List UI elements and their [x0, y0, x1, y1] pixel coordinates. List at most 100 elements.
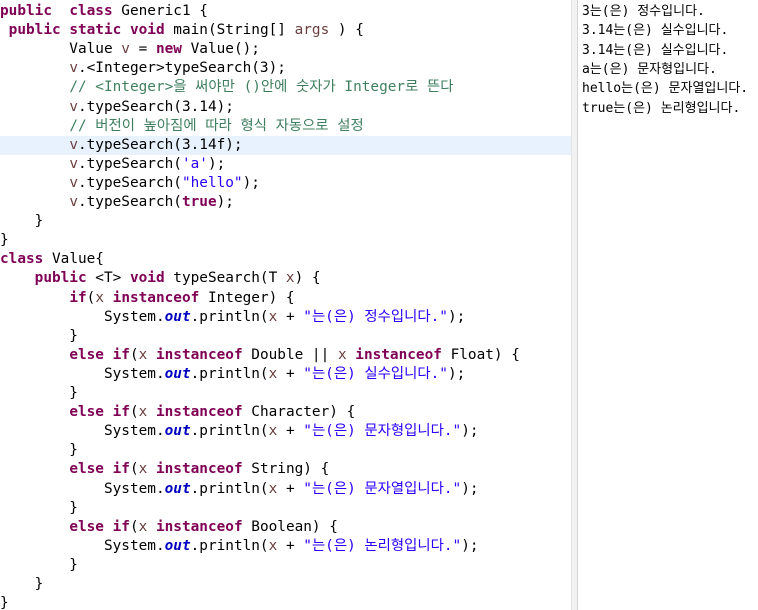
code-token: System.: [0, 480, 165, 497]
code-token: public: [34, 270, 87, 287]
code-token: x: [268, 365, 278, 382]
code-token: Value{: [43, 251, 104, 268]
code-token: (: [129, 404, 139, 421]
code-token: else: [69, 518, 104, 535]
code-line[interactable]: }: [0, 212, 571, 231]
code-token: out: [164, 537, 191, 554]
code-token: v: [69, 174, 78, 191]
code-line[interactable]: }: [0, 575, 571, 594]
code-token: v: [121, 41, 130, 58]
code-token: (: [129, 461, 139, 478]
code-line[interactable]: // <Integer>을 써야만 ()안에 숫자가 Integer로 뜬다: [0, 78, 571, 97]
code-token: if: [112, 346, 130, 363]
code-line[interactable]: System.out.println(x + "는(은) 문자열입니다.");: [0, 480, 571, 499]
code-line[interactable]: System.out.println(x + "는(은) 문자형입니다.");: [0, 422, 571, 441]
code-token: class: [0, 251, 44, 268]
code-token: "는(은) 논리형입니다.": [303, 537, 462, 554]
code-token: "는(은) 실수입니다.": [303, 365, 448, 382]
code-token: Boolean) {: [242, 518, 338, 535]
code-token: +: [277, 365, 304, 382]
code-line[interactable]: Value v = new Value();: [0, 40, 571, 59]
code-token: out: [164, 308, 191, 325]
code-token: "hello": [181, 174, 243, 191]
code-token: x: [138, 461, 148, 478]
code-line[interactable]: else if(x instanceof Boolean) {: [0, 518, 571, 537]
code-token: .println(: [190, 480, 269, 497]
code-token: else: [69, 404, 104, 421]
code-token: }: [0, 442, 78, 459]
code-line[interactable]: v.typeSearch(3.14);: [0, 98, 571, 117]
code-token: }: [0, 576, 44, 592]
code-token: }: [0, 213, 44, 230]
code-token: 'a': [181, 155, 208, 172]
code-token: public: [0, 3, 52, 19]
code-token: typeSearch(T: [164, 270, 286, 287]
console-line: hello는(은) 문자열입니다.: [582, 81, 749, 97]
code-line[interactable]: }: [0, 384, 571, 403]
code-token: instanceof: [155, 404, 243, 421]
code-token: +: [277, 480, 304, 497]
code-token: v: [69, 98, 78, 115]
code-token: System.: [0, 365, 165, 382]
code-line[interactable]: public static void main(String[] args ) …: [0, 21, 571, 40]
code-token: v: [69, 194, 78, 210]
code-line[interactable]: }: [0, 499, 571, 518]
code-line[interactable]: else if(x instanceof String) {: [0, 460, 571, 479]
code-line[interactable]: v.typeSearch(3.14f);: [0, 135, 571, 155]
code-token: .println(: [190, 365, 269, 382]
code-token: else: [69, 461, 104, 478]
code-line[interactable]: }: [0, 441, 571, 460]
code-line[interactable]: System.out.println(x + "는(은) 논리형입니다.");: [0, 537, 571, 556]
code-token: instanceof: [355, 346, 442, 363]
code-line[interactable]: v.typeSearch('a');: [0, 155, 571, 174]
code-token: }: [0, 232, 9, 249]
code-token: // 버전이 높아짐에 따라 형식 자동으로 설정: [69, 117, 364, 134]
code-token: Integer) {: [199, 289, 295, 306]
code-token: if: [112, 518, 130, 535]
code-line[interactable]: }: [0, 231, 571, 250]
code-line[interactable]: v.<Integer>typeSearch(3);: [0, 59, 571, 78]
code-line[interactable]: System.out.println(x + "는(은) 정수입니다.");: [0, 308, 571, 327]
code-token: .typeSearch(: [77, 155, 182, 172]
code-token: Generic1 {: [112, 3, 208, 19]
code-token: Double ||: [242, 346, 338, 363]
pane-splitter[interactable]: [571, 0, 578, 610]
code-token: ) {: [294, 270, 321, 287]
code-line[interactable]: }: [0, 556, 571, 575]
code-token: x: [337, 346, 347, 363]
code-line[interactable]: else if(x instanceof Character) {: [0, 403, 571, 422]
code-line[interactable]: public class Generic1 {: [0, 2, 571, 21]
code-line[interactable]: System.out.println(x + "는(은) 실수입니다.");: [0, 365, 571, 384]
code-token: System.: [0, 537, 165, 554]
code-line[interactable]: class Value{: [0, 250, 571, 269]
code-line[interactable]: }: [0, 594, 571, 610]
code-editor[interactable]: public class Generic1 { public static vo…: [0, 0, 571, 610]
code-line[interactable]: public <T> void typeSearch(T x) {: [0, 269, 571, 288]
console-output[interactable]: 3는(은) 정수입니다. 3.14는(은) 실수입니다. 3.14는(은) 실수입니…: [578, 0, 758, 610]
code-line[interactable]: v.typeSearch(true);: [0, 193, 571, 212]
code-token: if: [69, 289, 87, 306]
code-token: out: [164, 423, 191, 440]
code-token: );: [207, 155, 226, 172]
code-token: }: [0, 327, 78, 344]
code-line[interactable]: v.typeSearch("hello");: [0, 174, 571, 193]
code-token: String) {: [242, 461, 330, 478]
code-line[interactable]: else if(x instanceof Double || x instanc…: [0, 346, 571, 365]
code-token: +: [277, 308, 304, 325]
code-token: <T>: [86, 270, 130, 287]
code-line[interactable]: if(x instanceof Integer) {: [0, 289, 571, 308]
code-line[interactable]: }: [0, 327, 571, 346]
code-token: out: [164, 365, 191, 382]
code-token: static: [60, 22, 122, 39]
code-line[interactable]: // 버전이 높아짐에 따라 형식 자동으로 설정: [0, 117, 571, 136]
code-token: x: [138, 518, 148, 535]
